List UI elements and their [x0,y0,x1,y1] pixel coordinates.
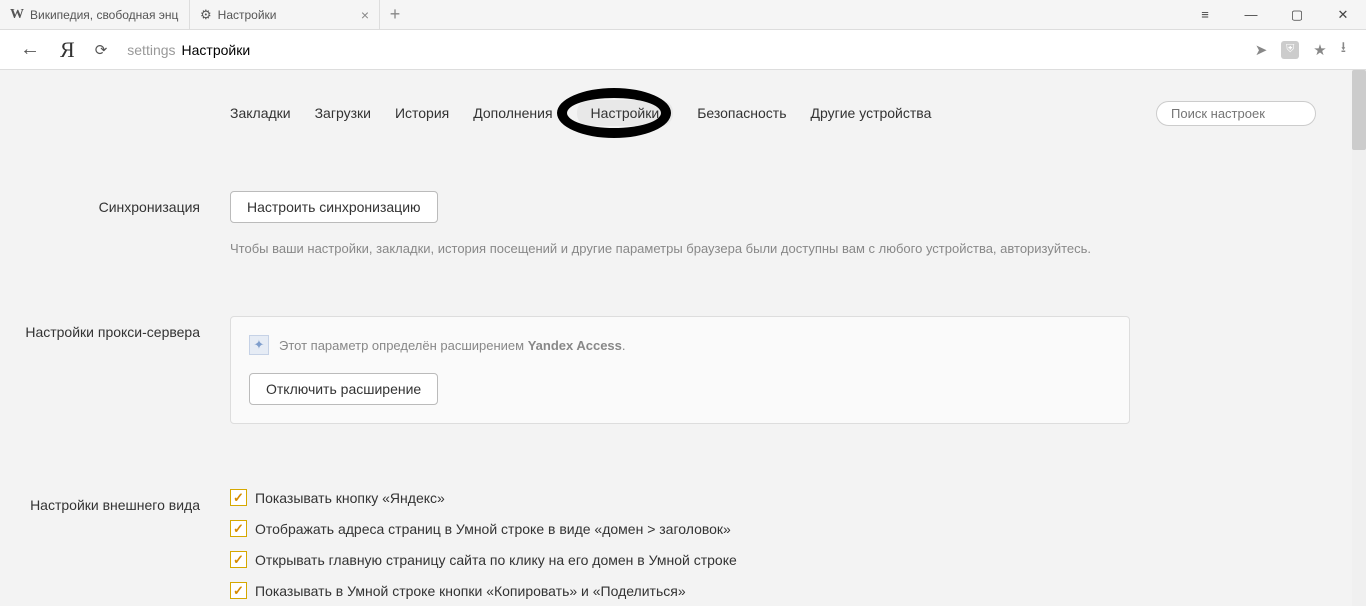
nav-settings[interactable]: Настройки [577,100,674,126]
settings-top-nav: Закладки Загрузки История Дополнения Нас… [0,100,1366,126]
ext-info-text: Этот параметр определён расширением Yand… [279,338,626,353]
window-controls: ≡ — ▢ ✕ [1182,0,1366,30]
nav-devices[interactable]: Другие устройства [811,105,932,121]
checkbox-row[interactable]: Открывать главную страницу сайта по клик… [230,551,1130,568]
new-tab-button[interactable]: + [380,0,410,29]
checkbox-icon[interactable] [230,520,247,537]
titlebar: W Википедия, свободная энц Настройки × +… [0,0,1366,30]
disable-extension-button[interactable]: Отключить расширение [249,373,438,405]
configure-sync-button[interactable]: Настроить синхронизацию [230,191,438,223]
wikipedia-icon: W [10,7,24,23]
checkbox-label: Показывать в Умной строке кнопки «Копиро… [255,583,686,599]
menu-icon[interactable]: ≡ [1182,0,1228,30]
url-prefix: settings [127,42,175,58]
nav-bookmarks[interactable]: Закладки [230,105,291,121]
nav-addons[interactable]: Дополнения [473,105,552,121]
shield-icon[interactable]: ⛨ [1281,41,1299,59]
sync-hint: Чтобы ваши настройки, закладки, история … [230,241,1130,256]
tab-label: Настройки [218,8,277,22]
minimize-button[interactable]: — [1228,0,1274,30]
section-content-sync: Настроить синхронизацию Чтобы ваши настр… [230,191,1130,256]
url-field[interactable]: settings Настройки [127,42,1234,58]
extension-info-row: ✦ Этот параметр определён расширением Ya… [249,335,1111,355]
section-proxy: Настройки прокси-сервера ✦ Этот параметр… [0,291,1366,434]
ext-name: Yandex Access [528,338,622,353]
puzzle-icon: ✦ [249,335,269,355]
checkbox-label: Показывать кнопку «Яндекс» [255,490,445,506]
section-content-proxy: ✦ Этот параметр определён расширением Ya… [230,316,1130,424]
checkbox-label: Отображать адреса страниц в Умной строке… [255,521,731,537]
section-sync: Синхронизация Настроить синхронизацию Чт… [0,166,1366,266]
close-window-button[interactable]: ✕ [1320,0,1366,30]
close-tab-icon[interactable]: × [361,7,369,23]
tab-wikipedia[interactable]: W Википедия, свободная энц [0,0,190,29]
vertical-scrollbar[interactable] [1352,70,1366,606]
back-button[interactable]: ← [20,38,40,61]
section-label-appearance: Настройки внешнего вида [0,489,200,606]
checkbox-icon[interactable] [230,489,247,506]
content-area: Закладки Загрузки История Дополнения Нас… [0,70,1366,606]
tab-settings[interactable]: Настройки × [190,0,380,29]
rocket-icon[interactable]: ➤ [1255,41,1268,59]
download-icon[interactable]: ⭳ [1341,37,1346,62]
checkbox-icon[interactable] [230,551,247,568]
reload-icon[interactable]: ⟳ [95,41,108,59]
maximize-button[interactable]: ▢ [1274,0,1320,30]
bookmark-star-icon[interactable]: ★ [1313,41,1326,59]
nav-security[interactable]: Безопасность [697,105,786,121]
address-right-controls: ➤ ⛨ ★ ⭳ [1255,37,1346,62]
section-appearance: Настройки внешнего вида Показывать кнопк… [0,464,1366,606]
gear-icon [200,7,212,23]
scrollbar-thumb[interactable] [1352,70,1366,150]
ext-prefix: Этот параметр определён расширением [279,338,528,353]
proxy-panel: ✦ Этот параметр определён расширением Ya… [230,316,1130,424]
checkbox-label: Открывать главную страницу сайта по клик… [255,552,737,568]
tab-label: Википедия, свободная энц [30,8,178,22]
checkbox-row[interactable]: Показывать кнопку «Яндекс» [230,489,1130,506]
yandex-logo[interactable]: Я [60,37,75,63]
section-content-appearance: Показывать кнопку «Яндекс» Отображать ад… [230,489,1130,606]
search-settings-input[interactable] [1156,101,1316,126]
nav-history[interactable]: История [395,105,449,121]
section-label-proxy: Настройки прокси-сервера [0,316,200,424]
checkbox-row[interactable]: Показывать в Умной строке кнопки «Копиро… [230,582,1130,599]
section-label-sync: Синхронизация [0,191,200,256]
checkbox-icon[interactable] [230,582,247,599]
tabs-container: W Википедия, свободная энц Настройки × + [0,0,410,29]
checkbox-row[interactable]: Отображать адреса страниц в Умной строке… [230,520,1130,537]
nav-downloads[interactable]: Загрузки [315,105,371,121]
url-title: Настройки [182,42,251,58]
address-bar: ← Я ⟳ settings Настройки ➤ ⛨ ★ ⭳ [0,30,1366,70]
